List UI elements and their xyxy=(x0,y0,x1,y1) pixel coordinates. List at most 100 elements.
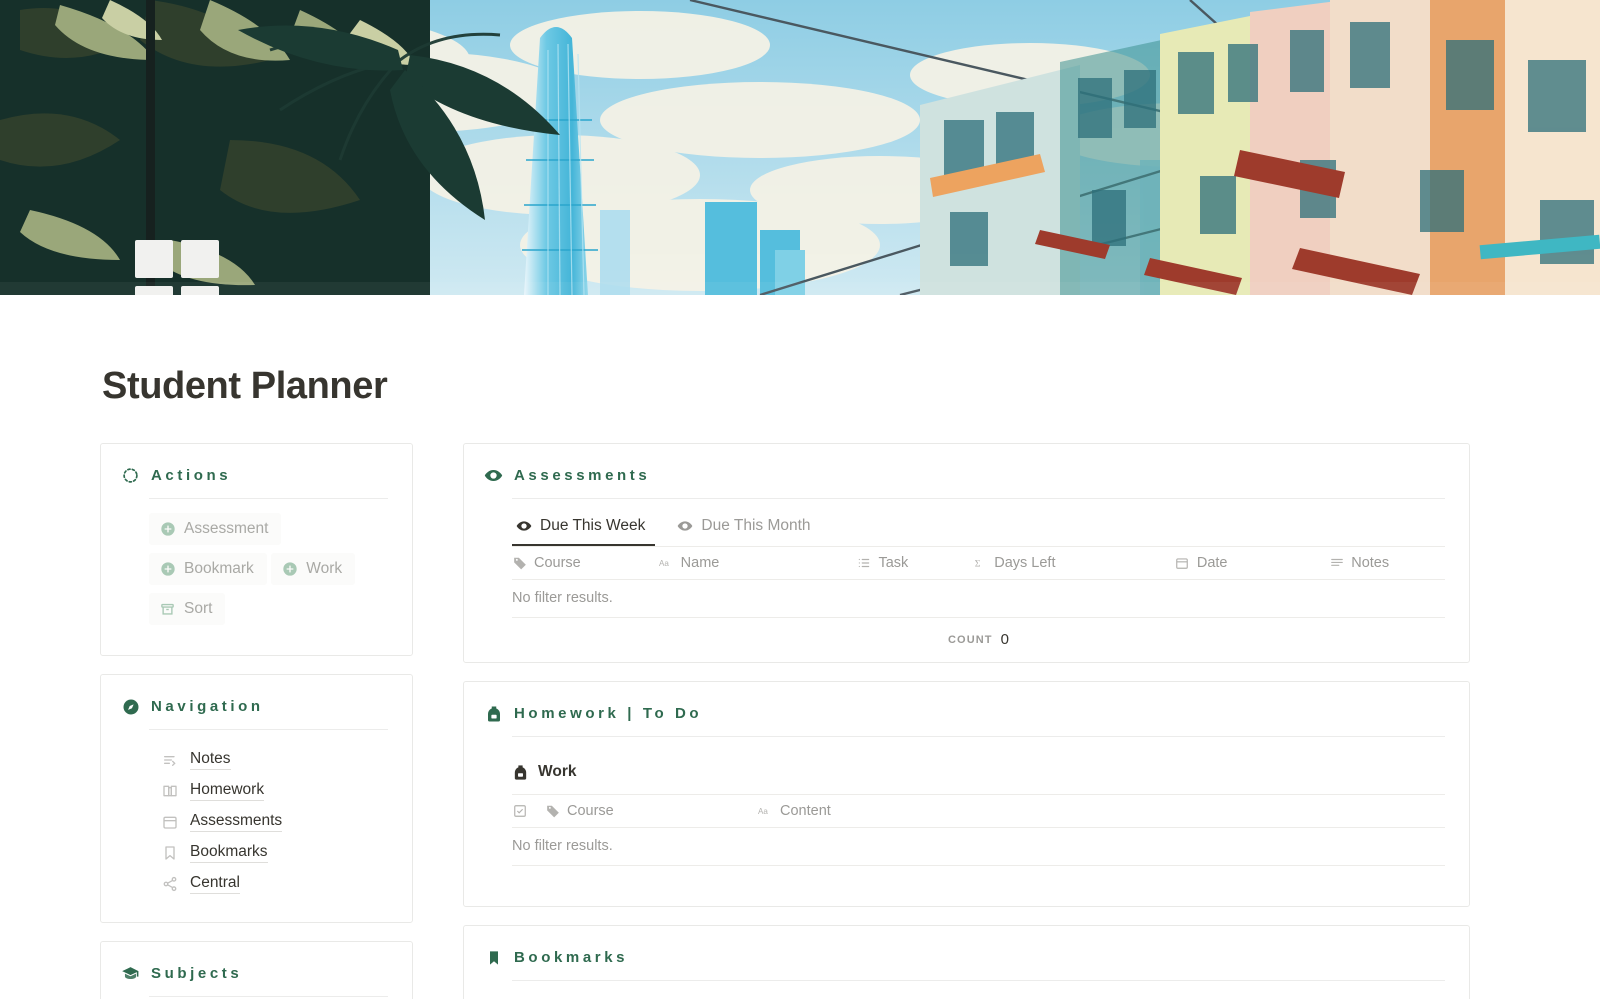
page-icon-tile xyxy=(135,240,173,278)
column-header-course-label: Course xyxy=(567,803,614,819)
navigation-card-header: Navigation xyxy=(101,675,412,716)
count-label: COUNT xyxy=(948,633,993,646)
subjects-card: Subjects xyxy=(100,941,413,999)
text-lines-icon xyxy=(1329,556,1344,571)
nav-item-central[interactable]: Central xyxy=(149,869,388,900)
assessments-card-title: Assessments xyxy=(514,467,651,484)
add-bookmark-button[interactable]: Bookmark xyxy=(149,553,267,585)
notes-lines-icon xyxy=(161,752,178,769)
assessments-card: Assessments Due This Week Due This Month… xyxy=(463,443,1470,663)
column-header-course[interactable]: Course xyxy=(545,803,758,819)
nav-item-assessments-label: Assessments xyxy=(190,812,283,832)
column-header-content[interactable]: Aa Content xyxy=(758,803,958,819)
nav-item-bookmarks[interactable]: Bookmarks xyxy=(149,838,388,869)
calendar-icon xyxy=(1175,556,1190,571)
navigation-card-title: Navigation xyxy=(151,698,264,715)
tab-due-this-month-label: Due This Month xyxy=(701,517,811,534)
checkbox-icon xyxy=(512,804,527,819)
column-header-date-label: Date xyxy=(1196,555,1228,571)
list-icon xyxy=(856,556,871,571)
eye-icon xyxy=(484,466,503,485)
tag-icon xyxy=(545,804,560,819)
archive-icon xyxy=(159,601,176,618)
bookmarks-card-header: Bookmarks xyxy=(464,926,1469,967)
content-columns: Actions Assessment Bookmark Work Sort Na… xyxy=(100,443,1600,999)
plus-circle-icon xyxy=(159,521,176,538)
sort-button[interactable]: Sort xyxy=(149,593,226,625)
column-header-name[interactable]: Aa Name xyxy=(659,555,857,571)
assessments-table-header: Course Aa Name Task Σ Days Left Date Not… xyxy=(512,546,1445,580)
column-header-task[interactable]: Task xyxy=(856,555,972,571)
assessments-view-tabs: Due This Week Due This Month xyxy=(512,511,1445,546)
homework-group-label: Work xyxy=(538,763,577,780)
nav-item-notes[interactable]: Notes xyxy=(149,745,388,776)
page-icon-placeholder xyxy=(135,240,219,295)
page-body: Student Planner Actions Assessment Bookm… xyxy=(0,365,1600,999)
nav-item-central-label: Central xyxy=(190,874,240,894)
eye-icon xyxy=(516,518,532,534)
column-header-days-left[interactable]: Σ Days Left xyxy=(972,555,1175,571)
aa-text-icon: Aa xyxy=(758,804,773,819)
column-header-task-label: Task xyxy=(878,555,909,571)
homework-bottom-spacer xyxy=(512,866,1445,906)
assessments-database: Due This Week Due This Month Course Aa N… xyxy=(464,499,1469,662)
svg-text:Aa: Aa xyxy=(758,807,768,816)
homework-card-title: Homework | To Do xyxy=(514,705,703,722)
add-assessment-button[interactable]: Assessment xyxy=(149,513,282,545)
bookmarks-group[interactable]: Bookmarks xyxy=(512,993,1445,999)
column-header-notes[interactable]: Notes xyxy=(1329,555,1445,571)
left-column: Actions Assessment Bookmark Work Sort Na… xyxy=(100,443,413,999)
tab-due-this-month[interactable]: Due This Month xyxy=(673,511,820,546)
share-nodes-icon xyxy=(161,876,178,893)
tab-due-this-week-label: Due This Week xyxy=(540,517,646,534)
svg-text:Aa: Aa xyxy=(659,559,669,568)
column-header-checkbox[interactable] xyxy=(512,804,545,819)
add-work-button[interactable]: Work xyxy=(271,553,356,585)
bookmark-icon xyxy=(484,948,503,967)
column-header-content-label: Content xyxy=(780,803,831,819)
backpack-icon xyxy=(512,764,529,781)
column-header-notes-label: Notes xyxy=(1351,555,1390,571)
page-icon-tile xyxy=(135,286,173,295)
add-assessment-label: Assessment xyxy=(184,520,269,537)
column-header-course-label: Course xyxy=(534,555,581,571)
column-header-course[interactable]: Course xyxy=(512,555,659,571)
nav-item-homework[interactable]: Homework xyxy=(149,776,388,807)
sigma-icon: Σ xyxy=(972,556,987,571)
homework-card: Homework | To Do Work Course Aa Content … xyxy=(463,681,1470,907)
page-cover xyxy=(0,0,1600,295)
eye-icon xyxy=(677,518,693,534)
assessments-count-row: COUNT 0 xyxy=(512,618,1445,662)
navigation-card: Navigation Notes Homework Assessments Bo… xyxy=(100,674,413,923)
bookmark-icon xyxy=(161,845,178,862)
nav-item-homework-label: Homework xyxy=(190,781,265,801)
column-header-name-label: Name xyxy=(680,555,720,571)
homework-database: Work Course Aa Content No filter results… xyxy=(464,737,1469,906)
tab-due-this-week[interactable]: Due This Week xyxy=(512,511,656,546)
homework-group-work[interactable]: Work xyxy=(512,749,1445,794)
compass-icon xyxy=(121,697,140,716)
actions-card: Actions Assessment Bookmark Work Sort xyxy=(100,443,413,656)
homework-table-header: Course Aa Content xyxy=(512,794,1445,828)
actions-list: Assessment Bookmark Work Sort xyxy=(101,499,412,655)
assessments-card-header: Assessments xyxy=(464,444,1469,485)
page-icon-tile xyxy=(181,286,219,295)
plus-circle-icon xyxy=(281,561,298,578)
assessments-empty-message: No filter results. xyxy=(512,580,1445,618)
page-title: Student Planner xyxy=(102,365,388,407)
subjects-card-title: Subjects xyxy=(151,965,243,982)
right-column: Assessments Due This Week Due This Month… xyxy=(463,443,1470,999)
bookmarks-database: Bookmarks xyxy=(464,981,1469,999)
bookmarks-card-title: Bookmarks xyxy=(514,949,629,966)
page-icon-tile xyxy=(181,240,219,278)
column-header-date[interactable]: Date xyxy=(1175,555,1329,571)
tag-icon xyxy=(512,556,527,571)
navigation-list: Notes Homework Assessments Bookmarks Cen… xyxy=(101,730,412,922)
homework-card-header: Homework | To Do xyxy=(464,682,1469,723)
add-work-label: Work xyxy=(306,560,343,577)
dotted-circle-icon xyxy=(121,466,140,485)
backpack-icon xyxy=(484,704,503,723)
graduation-cap-icon xyxy=(121,964,140,983)
nav-item-assessments[interactable]: Assessments xyxy=(149,807,388,838)
svg-text:Σ: Σ xyxy=(974,559,980,570)
